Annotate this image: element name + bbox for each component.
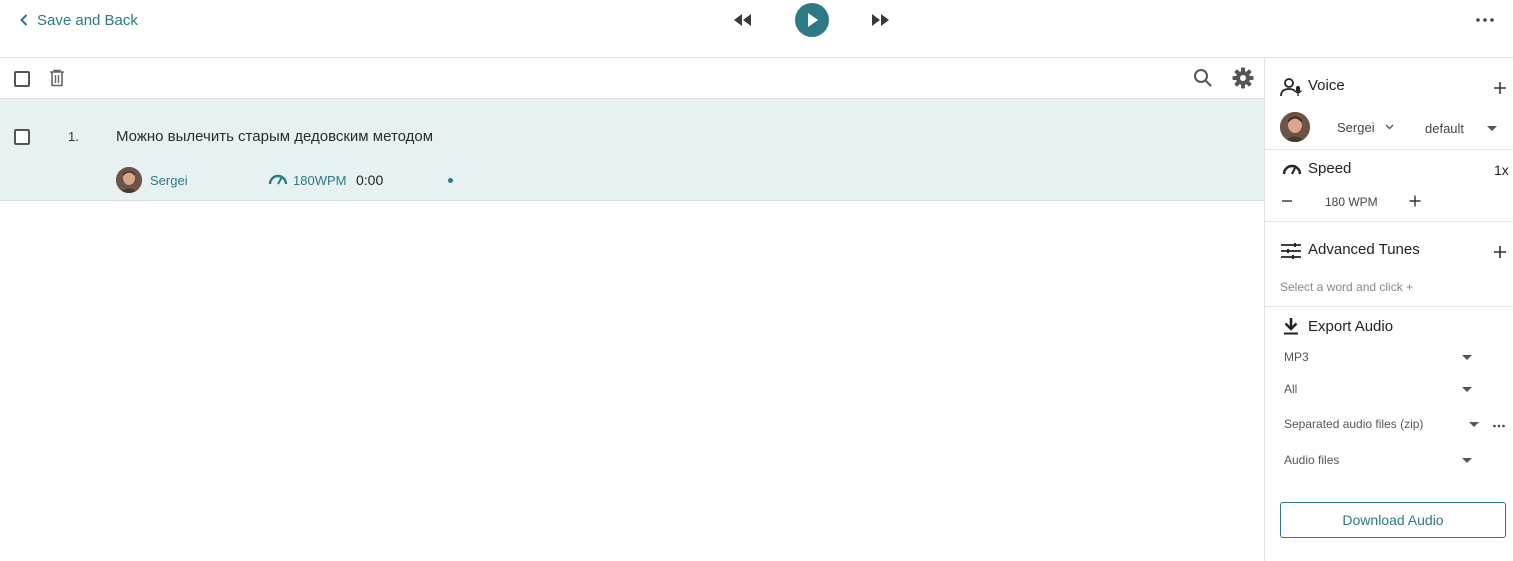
speed-section-title: Speed: [1308, 160, 1352, 177]
export-audio-title: Export Audio: [1308, 318, 1394, 335]
rewind-icon: [734, 14, 751, 26]
caret-down-icon: [1462, 387, 1472, 392]
trash-icon: [50, 69, 64, 87]
row-text[interactable]: Можно вылечить старым дедовским методом: [116, 128, 433, 145]
advanced-tunes-hint: Select a word and click +: [1280, 280, 1414, 294]
fast-forward-button[interactable]: [870, 3, 890, 37]
settings-button[interactable]: [1232, 67, 1254, 94]
caret-down-icon: [1462, 355, 1472, 360]
export-content-value: Audio files: [1284, 453, 1340, 467]
rewind-button[interactable]: [733, 3, 753, 37]
voice-user-icon: [1280, 78, 1303, 97]
play-icon: [808, 13, 818, 27]
download-audio-button[interactable]: Download Audio: [1280, 502, 1506, 538]
increase-speed-button[interactable]: [1409, 195, 1421, 207]
avatar[interactable]: [116, 167, 142, 193]
row-duration: 0:00: [356, 172, 384, 188]
download-icon: [1284, 318, 1298, 335]
editor-toolbar: [0, 58, 1264, 99]
caret-down-icon: [1462, 458, 1472, 463]
chevron-down-icon[interactable]: [1385, 124, 1394, 130]
top-bar: Save and Back: [0, 0, 1513, 58]
more-horizontal-icon: [1476, 18, 1494, 22]
row-wpm[interactable]: 180WPM: [293, 173, 346, 188]
speedometer-icon: [1282, 164, 1302, 175]
tune-sliders-icon: [1281, 243, 1301, 259]
divider: [1265, 149, 1513, 150]
more-horizontal-icon[interactable]: [1493, 424, 1505, 428]
voice-section-title: Voice: [1308, 77, 1345, 94]
save-and-back-label: Save and Back: [37, 11, 138, 29]
voice-avatar[interactable]: [1280, 112, 1310, 142]
decrease-speed-button[interactable]: [1281, 195, 1293, 207]
row-voice-name[interactable]: Sergei: [150, 173, 188, 188]
speedometer-icon: [268, 174, 288, 185]
export-content-select[interactable]: Audio files: [1284, 451, 1474, 471]
chevron-left-icon: [20, 14, 28, 26]
speed-multiplier[interactable]: 1x: [1494, 162, 1509, 178]
voice-style-select[interactable]: default: [1425, 121, 1464, 136]
play-button[interactable]: [795, 3, 829, 37]
add-voice-button[interactable]: [1493, 81, 1507, 95]
playback-controls: [733, 3, 893, 37]
select-all-checkbox[interactable]: [14, 71, 30, 87]
settings-panel: Voice Sergei default Speed 1x 180 WPM Ad…: [1264, 58, 1513, 561]
divider: [1265, 221, 1513, 222]
more-options-button[interactable]: [1474, 10, 1496, 30]
export-packaging-select[interactable]: Separated audio files (zip): [1284, 415, 1479, 435]
row-number: 1.: [68, 129, 79, 144]
script-row[interactable]: 1. Можно вылечить старым дедовским метод…: [0, 99, 1264, 201]
caret-down-icon: [1469, 422, 1479, 427]
speed-value: 180 WPM: [1325, 195, 1378, 209]
export-format-select[interactable]: MP3: [1284, 348, 1474, 368]
search-icon: [1194, 69, 1212, 87]
divider: [1265, 306, 1513, 307]
export-packaging-value: Separated audio files (zip): [1284, 417, 1424, 431]
voice-style-caret-icon[interactable]: [1487, 126, 1497, 131]
fast-forward-icon: [872, 14, 889, 26]
export-range-select[interactable]: All: [1284, 380, 1474, 400]
row-checkbox[interactable]: [14, 129, 30, 145]
save-and-back-button[interactable]: Save and Back: [20, 10, 138, 30]
script-editor: 1. Можно вылечить старым дедовским метод…: [0, 58, 1264, 561]
export-format-value: MP3: [1284, 350, 1309, 364]
voice-name-select[interactable]: Sergei: [1337, 120, 1375, 135]
delete-button[interactable]: [49, 69, 65, 92]
search-button[interactable]: [1193, 68, 1213, 93]
add-tune-button[interactable]: [1493, 245, 1507, 259]
advanced-tunes-title: Advanced Tunes: [1308, 241, 1420, 258]
status-dot: [448, 178, 453, 183]
row-meta: Sergei 180WPM 0:00: [116, 167, 516, 193]
gear-icon: [1232, 67, 1254, 89]
export-range-value: All: [1284, 382, 1298, 396]
